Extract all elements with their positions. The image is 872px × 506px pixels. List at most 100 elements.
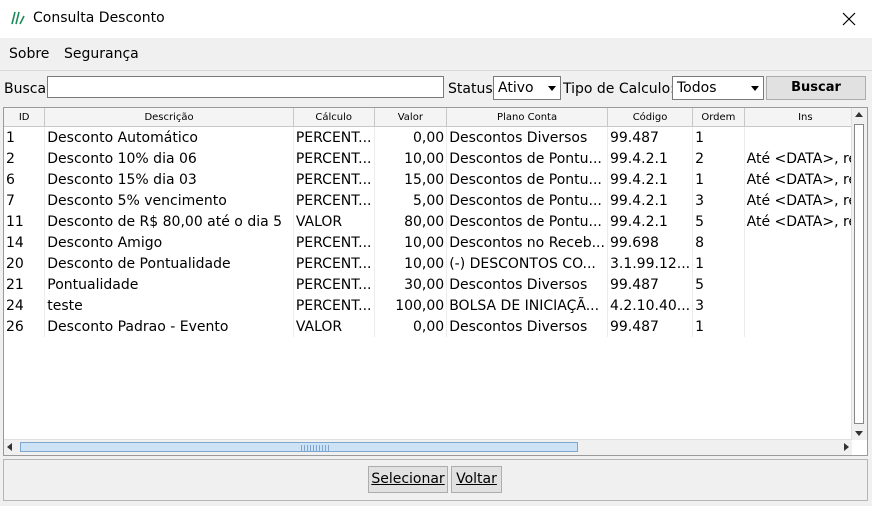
horizontal-scrollbar[interactable]	[4, 439, 852, 455]
table-cell: VALOR	[293, 316, 375, 337]
table-cell: Até <DATA>, re	[744, 190, 867, 211]
voltar-button[interactable]: Voltar	[451, 466, 502, 493]
column-header[interactable]: Ordem	[692, 108, 745, 127]
table-cell: 15,00	[374, 169, 448, 190]
scroll-left-icon[interactable]	[7, 443, 12, 451]
table-row[interactable]: 20 Desconto de Pontualidade PERCENT... 10,0…	[4, 253, 867, 274]
table-cell: 2	[4, 148, 46, 169]
table-cell: 99.487	[607, 126, 694, 148]
table-cell: 0,00	[374, 126, 448, 148]
table-cell: 1	[692, 316, 745, 337]
vertical-scroll-thumb[interactable]	[854, 124, 864, 424]
status-select[interactable]: Ativo	[493, 76, 561, 100]
table-cell: VALOR	[293, 211, 375, 232]
buscar-button[interactable]: Buscar	[766, 76, 866, 100]
table-cell: PERCENT...	[293, 232, 375, 253]
table-cell: 8	[692, 232, 745, 253]
table-cell: 1	[692, 126, 745, 148]
menu-seguranca[interactable]: Segurança	[64, 46, 139, 62]
column-header[interactable]: Ins	[744, 108, 867, 127]
table-row[interactable]: 6 Desconto 15% dia 03 PERCENT... 15,00 Desco…	[4, 169, 867, 190]
table-cell: 3.1.99.12...	[607, 253, 694, 274]
consulta-desconto-window: Consulta Desconto Sobre Segurança Busca:…	[0, 0, 872, 506]
scroll-right-icon[interactable]	[844, 443, 849, 451]
table-cell: 5,00	[374, 190, 448, 211]
table-cell: PERCENT...	[293, 253, 375, 274]
table-cell: PERCENT...	[293, 274, 375, 295]
tipo-calculo-select-value: Todos	[677, 80, 717, 96]
table-cell: 21	[4, 274, 46, 295]
scroll-down-icon[interactable]	[855, 431, 863, 436]
tipo-calculo-select[interactable]: Todos	[672, 76, 764, 100]
table-cell: Até <DATA>, re	[744, 211, 867, 232]
table-cell: 30,00	[374, 274, 448, 295]
table-cell: Descontos Diversos	[446, 126, 608, 148]
horizontal-scroll-thumb[interactable]	[20, 442, 578, 452]
table-cell: 1	[4, 126, 46, 148]
table-row[interactable]: 26 Desconto Padrao - Evento VALOR 0,00 Desco…	[4, 316, 867, 337]
table-header-row: ID Descrição Cálculo Valor Plano Conta Código…	[4, 108, 867, 127]
table-row[interactable]: 1 Desconto Automático PERCENT... 0,00 Descon…	[4, 126, 867, 148]
table-cell: 10,00	[374, 148, 448, 169]
app-logo-icon	[11, 11, 25, 25]
column-header[interactable]: Plano Conta	[446, 108, 608, 127]
table-cell: Descontos Diversos	[446, 274, 608, 295]
table-cell: 10,00	[374, 232, 448, 253]
column-header[interactable]: Cálculo	[293, 108, 375, 127]
close-icon[interactable]	[826, 0, 872, 38]
column-header[interactable]: Código	[607, 108, 694, 127]
table-cell: (-) DESCONTOS CO...	[446, 253, 608, 274]
table-cell: Desconto Automático	[44, 126, 294, 148]
table-cell: PERCENT...	[293, 148, 375, 169]
scroll-up-icon[interactable]	[855, 112, 863, 117]
table-cell: 99.487	[607, 274, 694, 295]
table-row[interactable]: 24 teste PERCENT... 100,00 BOLSA DE INICIAÇÃ…	[4, 295, 867, 316]
table-cell: 5	[692, 211, 745, 232]
table-cell: PERCENT...	[293, 126, 375, 148]
table-row[interactable]: 21 Pontualidade PERCENT... 30,00 Descontos D…	[4, 274, 867, 295]
table-cell	[744, 295, 867, 316]
menu-sobre[interactable]: Sobre	[9, 46, 49, 62]
table-cell: 5	[692, 274, 745, 295]
status-select-value: Ativo	[498, 80, 534, 96]
table-cell: 10,00	[374, 253, 448, 274]
table-row[interactable]: 7 Desconto 5% vencimento PERCENT... 5,00 Des…	[4, 190, 867, 211]
table-cell: Até <DATA>, re	[744, 148, 867, 169]
results-grid[interactable]: ID Descrição Cálculo Valor Plano Conta Código…	[3, 107, 868, 456]
column-header[interactable]: Valor	[374, 108, 448, 127]
table-cell: 24	[4, 295, 46, 316]
table-cell: Descontos de Pontu...	[446, 190, 608, 211]
title-bar: Consulta Desconto	[0, 0, 872, 38]
table-cell: Até <DATA>, re	[744, 169, 867, 190]
table-cell: 100,00	[374, 295, 448, 316]
table-row[interactable]: 11 Desconto de R$ 80,00 até o dia 5 VALOR 8…	[4, 211, 867, 232]
tipo-calculo-label: Tipo de Calculo:	[563, 81, 675, 97]
table-cell: Descontos de Pontu...	[446, 211, 608, 232]
table-row[interactable]: 2 Desconto 10% dia 06 PERCENT... 10,00 Desco…	[4, 148, 867, 169]
table-cell: 80,00	[374, 211, 448, 232]
table-cell	[744, 232, 867, 253]
table-cell: 6	[4, 169, 46, 190]
table-cell	[744, 274, 867, 295]
table-cell	[744, 253, 867, 274]
table-cell: Descontos Diversos	[446, 316, 608, 337]
table-cell	[744, 316, 867, 337]
table-row[interactable]: 14 Desconto Amigo PERCENT... 10,00 Descontos…	[4, 232, 867, 253]
table-cell: Desconto de Pontualidade	[44, 253, 294, 274]
table-cell: Descontos de Pontu...	[446, 169, 608, 190]
column-header[interactable]: ID	[4, 108, 46, 127]
menu-bar: Sobre Segurança	[0, 38, 872, 71]
vertical-scrollbar[interactable]	[851, 108, 867, 440]
table-cell: Pontualidade	[44, 274, 294, 295]
table-cell: Descontos de Pontu...	[446, 148, 608, 169]
table-cell: Desconto 15% dia 03	[44, 169, 294, 190]
selecionar-button[interactable]: Selecionar	[368, 466, 448, 493]
table-cell: 3	[692, 190, 745, 211]
search-input[interactable]	[47, 76, 444, 98]
table-cell: 11	[4, 211, 46, 232]
table-cell: Desconto Padrao - Evento	[44, 316, 294, 337]
column-header[interactable]: Descrição	[44, 108, 294, 127]
table-cell: 99.4.2.1	[607, 148, 694, 169]
table-cell: 14	[4, 232, 46, 253]
table-cell: 4.2.10.40...	[607, 295, 694, 316]
